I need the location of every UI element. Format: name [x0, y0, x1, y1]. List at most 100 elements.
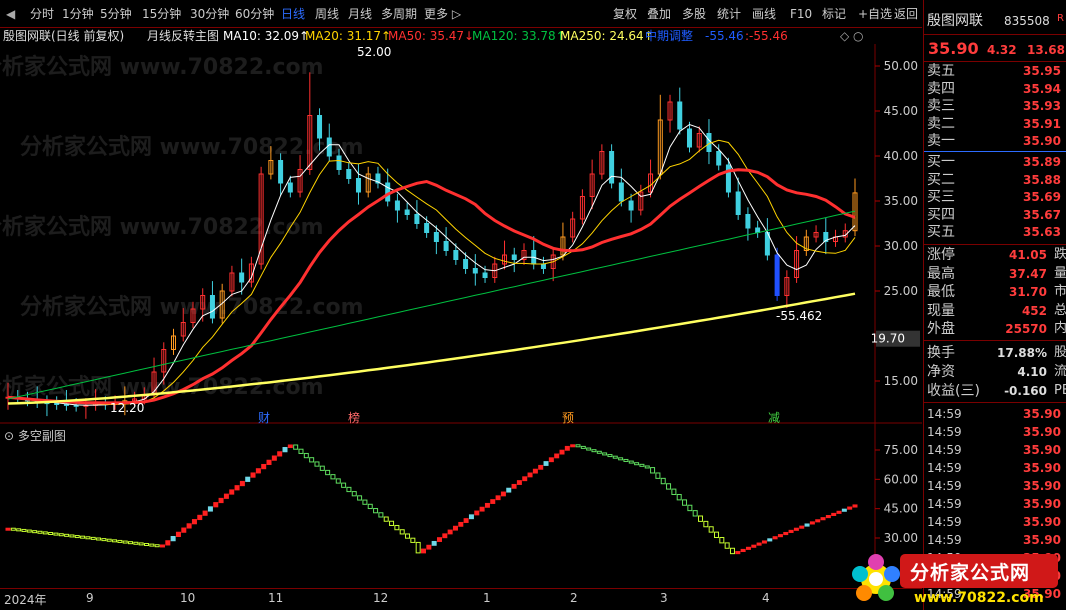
period-tab-10[interactable]: 更多 ▷: [424, 5, 461, 23]
period-tab-7[interactable]: 周线: [315, 5, 339, 23]
bid-row-4-value: 35.67: [1023, 207, 1061, 222]
stat2-row-0-label: 换手: [927, 345, 955, 361]
candle-body: [716, 151, 722, 166]
oscillator-bar: [32, 530, 38, 534]
oscillator-bar: [436, 537, 442, 542]
bid-row-4-label: 买四: [927, 206, 955, 223]
oscillator-bar: [548, 457, 554, 463]
template-label[interactable]: 月线反转主图: [147, 28, 219, 44]
candle-body: [355, 178, 361, 193]
oscillator-bar: [793, 527, 799, 531]
logo-petal: [868, 554, 884, 570]
toolbar-action-1[interactable]: 叠加: [647, 5, 671, 23]
toolbar-action-4[interactable]: 画线: [752, 5, 776, 23]
stat-row-3-suffix: 总: [1054, 302, 1066, 318]
tick-price: 35.90: [1023, 461, 1061, 475]
oscillator-bar: [303, 452, 309, 459]
oscillator-bar: [410, 537, 416, 543]
watermark-text: 分析家公式网 www.70822.com: [20, 294, 364, 320]
oscillator-bar: [186, 523, 192, 529]
toolbar-action-0[interactable]: 复权: [613, 5, 637, 23]
toolbar-action-2[interactable]: 多股: [682, 5, 706, 23]
stat2-row-0-suffix: 股: [1054, 345, 1066, 360]
period-tab-2[interactable]: 5分钟: [100, 5, 132, 23]
tick-row: 14:59 35.90: [924, 459, 1066, 477]
stat-row-2-suffix: 市: [1054, 284, 1066, 299]
oscillator-bar: [527, 472, 533, 478]
tick-price: 35.90: [1023, 479, 1061, 493]
oscillator-bar: [559, 449, 565, 455]
period-toolbar: 分时 1分钟 5分钟 15分钟 30分钟 60分钟 日线 周线 月线 多周期 更多 ▷ 复权 叠加 多股统…: [0, 0, 922, 28]
oscillator-bar: [287, 444, 293, 449]
bid-row-1-value: 35.89: [1023, 155, 1061, 169]
oscillator-bar: [719, 537, 725, 544]
stat2-row-2-suffix: PE: [1054, 383, 1066, 398]
oscillator-bar: [277, 451, 283, 457]
sub-chart[interactable]: 75.00 60.00 45.00 30.00: [0, 424, 922, 588]
toolbar-action-5[interactable]: F10: [790, 5, 812, 23]
candle-body: [287, 182, 293, 193]
stat-row-3: 现量 452 总: [924, 302, 1066, 320]
candle-body: [735, 191, 741, 215]
toolbar-action-7[interactable]: +自选: [858, 5, 892, 23]
low-annotation: -55.462: [776, 309, 822, 323]
tick-time: 14:59: [927, 407, 962, 421]
ask-row-1-label: 卖一: [927, 133, 955, 149]
watermark-text: 分析家公式网 www.70822.com: [0, 374, 324, 400]
tick-row: 14:59 35.90: [924, 441, 1066, 459]
toolbar-action-3[interactable]: 统计: [717, 5, 741, 23]
oscillator-bar: [202, 510, 208, 516]
event-marker[interactable]: 预: [562, 411, 574, 424]
stock-flag: R: [1057, 13, 1064, 24]
period-tab-9[interactable]: 多周期: [381, 5, 417, 23]
toolbar-action-8[interactable]: 返回: [894, 5, 918, 23]
period-tab-1[interactable]: 1分钟: [62, 5, 94, 23]
stat-row-1-value: 37.47: [1009, 266, 1047, 281]
stat2-row-2: 收益(三) -0.160 PE: [924, 382, 1066, 400]
tick-row: 14:59 35.90: [924, 513, 1066, 531]
oscillator-bar: [639, 463, 645, 467]
ask-row-5-label: 卖五: [927, 63, 955, 79]
ma50-value: MA50: 35.47↓: [388, 29, 475, 43]
toolbar-action-6[interactable]: 标记: [822, 5, 846, 23]
stat2-row-1-suffix: 流: [1054, 364, 1066, 379]
candle-body: [414, 214, 420, 224]
period-tab-3[interactable]: 15分钟: [142, 5, 181, 23]
stat-row-0-label: 涨停: [927, 247, 955, 263]
event-marker[interactable]: 榜: [348, 410, 360, 424]
period-tab-6[interactable]: 日线: [281, 5, 305, 23]
oscillator-bar: [261, 463, 267, 470]
period-tab-0[interactable]: 分时: [30, 5, 54, 23]
stat2-row-0-value: 17.88%: [997, 346, 1047, 360]
period-tab-8[interactable]: 月线: [348, 5, 372, 23]
period-tab-5[interactable]: 60分钟: [235, 5, 274, 23]
price-chart[interactable]: 50.00 45.00 40.00 35.00 30.00 25.00 15.00 19.70…: [0, 44, 922, 424]
logo-text: 分析家公式网: [910, 562, 1031, 584]
logo-flower-core: [869, 572, 883, 586]
stat-row-4-label: 外盘: [927, 321, 955, 337]
event-marker[interactable]: 减: [768, 411, 780, 424]
oscillator-bar: [841, 508, 847, 512]
oscillator-bar: [154, 544, 160, 548]
event-marker[interactable]: 财: [258, 411, 270, 424]
oscillator-bar: [522, 476, 528, 482]
ask-row-4-value: 35.94: [1023, 81, 1061, 96]
candle-body: [394, 200, 400, 211]
sub-chart-title-text: 多空副图: [17, 429, 66, 443]
tick-price: 35.90: [1023, 425, 1061, 439]
oscillator-bar: [330, 474, 336, 480]
logo-petal: [884, 566, 900, 582]
oscillator-bar: [367, 503, 373, 510]
bid-row-4: 买四 35.67: [924, 206, 1066, 224]
candle-body: [628, 200, 634, 211]
tick-price: 35.90: [1023, 515, 1061, 529]
watermark-text: 分析家公式网 www.70822.com: [0, 214, 324, 240]
toolbar-back-icon[interactable]: ◀: [6, 5, 15, 23]
candle-body: [404, 209, 410, 215]
stat2-row-1-value: 4.10: [1017, 365, 1047, 379]
period-tab-4[interactable]: 30分钟: [190, 5, 229, 23]
oscillator-bar: [357, 495, 363, 501]
collapse-icon[interactable]: ◇ ○: [840, 28, 864, 44]
oscillator-bar: [698, 515, 704, 522]
oscillator-bar: [421, 548, 427, 554]
